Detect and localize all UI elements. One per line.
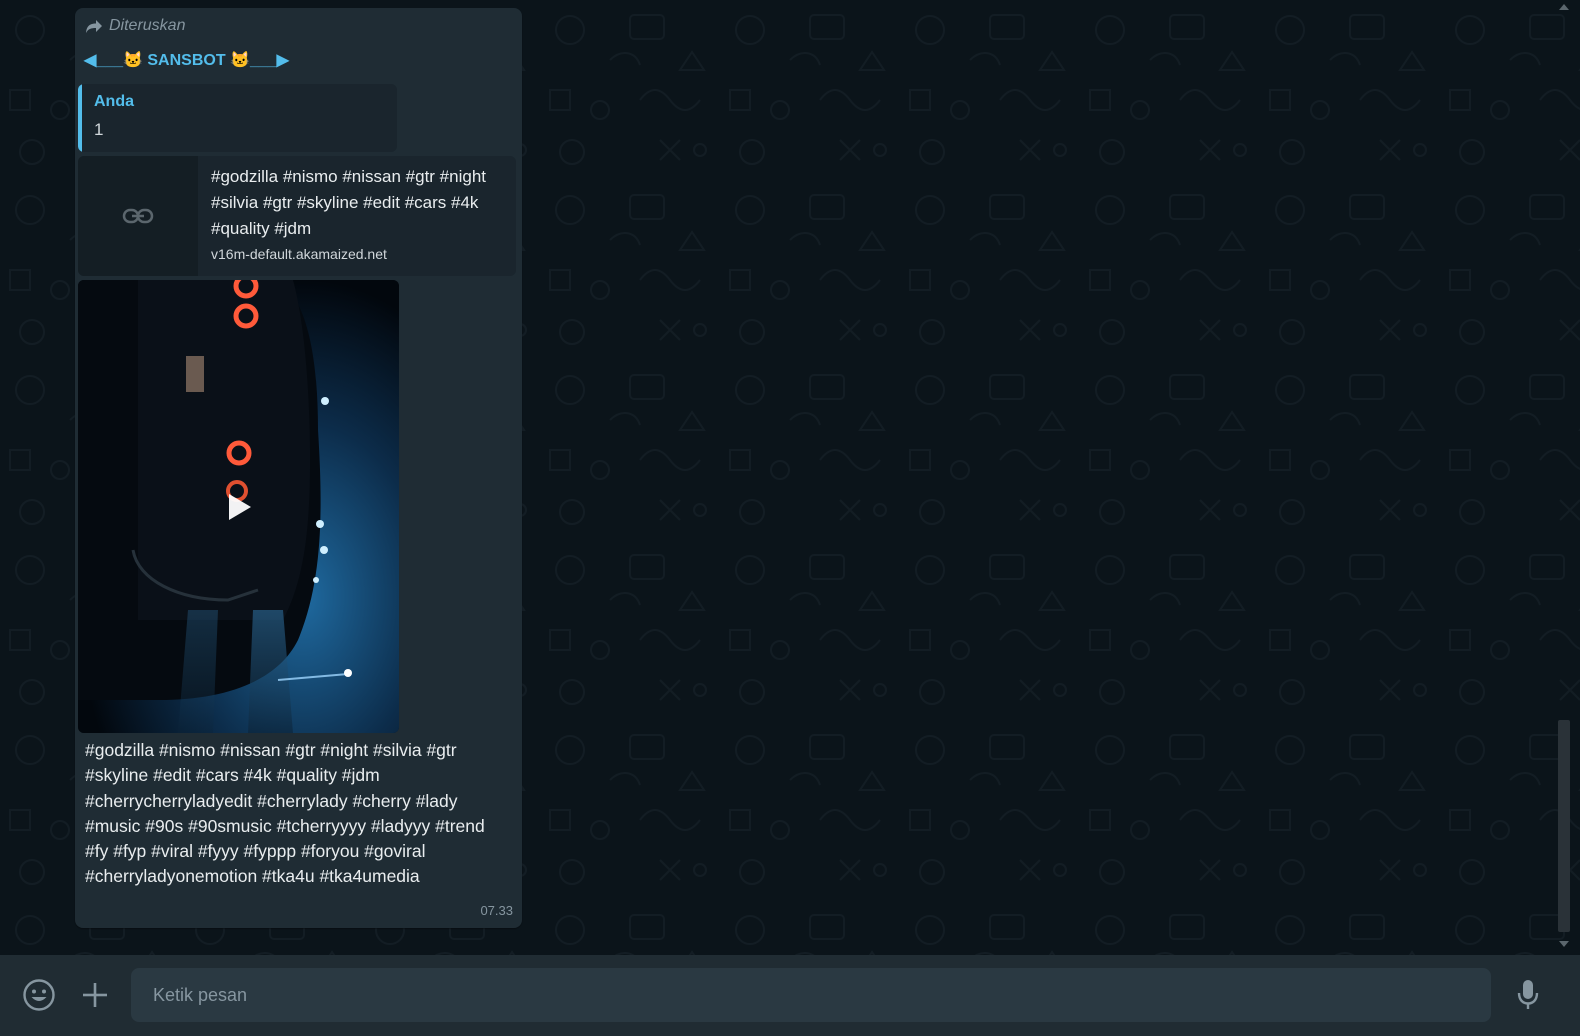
- quote-author: Anda: [94, 93, 134, 110]
- message-timestamp: 07.33: [480, 903, 513, 918]
- attach-button[interactable]: [78, 978, 112, 1012]
- quote-accent-bar: [78, 84, 82, 152]
- sender-name[interactable]: ◀___🐱 SANSBOT 🐱___▶: [84, 50, 289, 70]
- link-thumbnail: [78, 156, 198, 276]
- scrollbar-thumb[interactable]: [1558, 720, 1570, 932]
- scroll-down-arrow-icon[interactable]: [1559, 941, 1569, 947]
- message-composer: [0, 955, 1580, 1036]
- link-preview[interactable]: #godzilla #nismo #nissan #gtr #night #si…: [78, 156, 516, 276]
- message-bubble[interactable]: Diteruskan ◀___🐱 SANSBOT 🐱___▶ Anda 1 #g…: [75, 8, 522, 928]
- link-title: #godzilla #nismo #nissan #gtr #night #si…: [211, 167, 487, 238]
- plus-icon: [83, 983, 107, 1007]
- chat-panel: Diteruskan ◀___🐱 SANSBOT 🐱___▶ Anda 1 #g…: [0, 0, 1580, 955]
- play-icon: [229, 494, 251, 520]
- emoji-button[interactable]: [22, 978, 56, 1012]
- message-caption: #godzilla #nismo #nissan #gtr #night #si…: [85, 740, 485, 887]
- play-button[interactable]: [219, 487, 259, 527]
- forwarded-label: Diteruskan: [109, 17, 186, 34]
- forward-icon: [86, 20, 102, 33]
- quote-text: 1: [94, 120, 104, 139]
- microphone-icon: [1517, 980, 1539, 1009]
- message-input[interactable]: [131, 968, 1491, 1022]
- quoted-message[interactable]: Anda 1: [78, 84, 397, 152]
- smiley-icon: [23, 979, 55, 1011]
- voice-record-button[interactable]: [1509, 976, 1547, 1014]
- scroll-up-arrow-icon[interactable]: [1559, 4, 1569, 10]
- link-icon: [122, 208, 154, 224]
- link-domain: v16m-default.akamaized.net: [211, 246, 387, 262]
- video-thumbnail[interactable]: [78, 280, 399, 733]
- forwarded-indicator: Diteruskan: [85, 17, 185, 35]
